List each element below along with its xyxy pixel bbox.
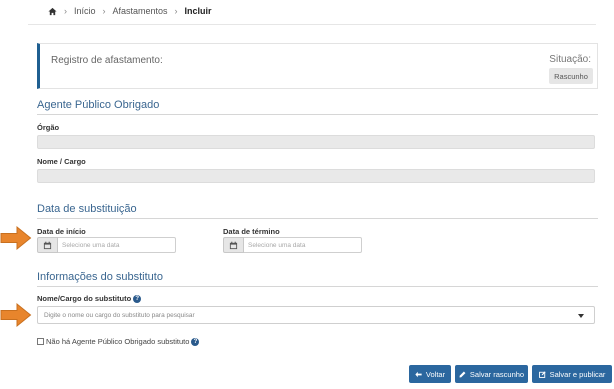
- data-termino-label: Data de término: [223, 227, 280, 236]
- data-termino-group: [223, 237, 362, 253]
- record-header-panel: Registro de afastamento: Situação: Rascu…: [37, 43, 598, 89]
- salvar-publicar-button[interactable]: Salvar e publicar: [532, 365, 612, 383]
- substituto-search-placeholder: Digite o nome ou cargo do substituto par…: [44, 312, 195, 319]
- section-title-substituicao: Data de substituição: [37, 203, 137, 215]
- status-badge: Rascunho: [549, 68, 593, 84]
- edit-box-icon: [538, 370, 546, 378]
- data-inicio-input[interactable]: [58, 237, 176, 253]
- calendar-icon[interactable]: [223, 237, 244, 253]
- salvar-rascunho-label: Salvar rascunho: [469, 369, 525, 379]
- pencil-icon: [459, 371, 466, 377]
- section-divider: [37, 286, 598, 287]
- substituto-search-select[interactable]: Digite o nome ou cargo do substituto par…: [37, 306, 595, 324]
- voltar-label: Voltar: [425, 369, 446, 379]
- data-inicio-label: Data de início: [37, 227, 86, 236]
- annotation-arrow-icon: [0, 225, 32, 251]
- nome-cargo-substituto-label: Nome/Cargo do substituto?: [37, 294, 142, 304]
- section-title-agente: Agente Público Obrigado: [37, 99, 160, 111]
- breadcrumb: › Início › Afastamentos › Incluir: [48, 4, 212, 18]
- annotation-arrow-icon: [0, 302, 32, 328]
- no-substituto-label: Não há Agente Público Obrigado substitut…: [46, 337, 190, 346]
- chevron-right-icon: ›: [102, 6, 106, 16]
- no-substituto-checkbox[interactable]: [37, 338, 44, 345]
- orgao-label: Órgão: [37, 123, 60, 132]
- help-icon[interactable]: ?: [133, 295, 142, 304]
- nome-cargo-label: Nome / Cargo: [37, 157, 86, 166]
- section-divider: [37, 114, 598, 115]
- section-title-substituto: Informações do substituto: [37, 271, 163, 283]
- nome-cargo-substituto-text: Nome/Cargo do substituto: [37, 294, 132, 303]
- section-divider: [37, 218, 598, 219]
- arrow-left-icon: [415, 371, 422, 377]
- home-icon[interactable]: [48, 7, 57, 16]
- salvar-publicar-label: Salvar e publicar: [549, 369, 606, 379]
- voltar-button[interactable]: Voltar: [409, 365, 451, 383]
- chevron-right-icon: ›: [174, 6, 178, 16]
- record-title: Registro de afastamento:: [51, 55, 163, 66]
- situacao-label: Situação:: [549, 54, 591, 65]
- chevron-right-icon: ›: [64, 6, 67, 16]
- caret-down-icon: [578, 314, 584, 318]
- no-substituto-row: Não há Agente Público Obrigado substitut…: [37, 337, 200, 346]
- breadcrumb-incluir: Incluir: [184, 6, 212, 16]
- top-divider: [28, 24, 596, 25]
- salvar-rascunho-button[interactable]: Salvar rascunho: [455, 365, 528, 383]
- help-icon[interactable]: ?: [191, 337, 200, 346]
- calendar-icon[interactable]: [37, 237, 58, 253]
- breadcrumb-afastamentos[interactable]: Afastamentos: [113, 6, 168, 16]
- data-inicio-group: [37, 237, 176, 253]
- orgao-field: [37, 135, 595, 149]
- breadcrumb-inicio[interactable]: Início: [74, 6, 96, 16]
- data-termino-input[interactable]: [244, 237, 362, 253]
- nome-cargo-field: [37, 169, 595, 183]
